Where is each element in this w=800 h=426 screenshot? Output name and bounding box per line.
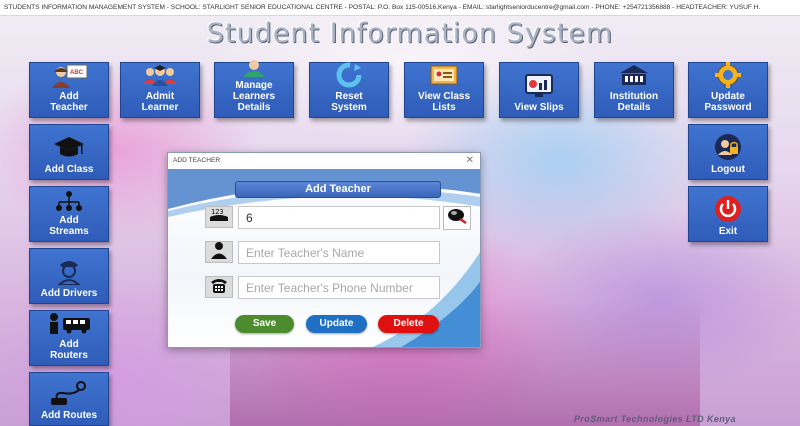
logout-button[interactable]: Logout: [688, 124, 768, 180]
add-streams-label: Add Streams: [49, 215, 89, 237]
reset-icon: [334, 62, 364, 88]
add-routes-label: Add Routes: [40, 410, 98, 421]
view-class-lists-button[interactable]: View Class Lists: [404, 62, 484, 118]
view-slips-label: View Slips: [514, 102, 564, 113]
update-button[interactable]: Update: [306, 315, 367, 333]
id-icon-box: 123: [205, 206, 233, 228]
streams-icon: [54, 190, 84, 212]
reset-system-button[interactable]: Reset System: [309, 62, 389, 118]
teacher-name-field[interactable]: [238, 241, 440, 264]
institution-icon: [617, 64, 651, 88]
view-slips-button[interactable]: View Slips: [499, 62, 579, 118]
manage-learner-icon: [239, 59, 269, 77]
search-button[interactable]: [443, 206, 471, 230]
institution-details-label: Institution Details: [609, 91, 659, 113]
driver-icon: [54, 257, 84, 285]
update-password-label: Update Password: [704, 91, 752, 113]
reset-system-label: Reset System: [331, 91, 367, 113]
id-number-icon: 123: [208, 207, 230, 228]
app-title: Student Information System: [206, 18, 614, 49]
view-class-lists-label: View Class Lists: [417, 91, 471, 113]
route-icon: [49, 381, 89, 407]
add-routes-button[interactable]: Add Routes: [29, 372, 109, 426]
delete-button[interactable]: Delete: [378, 315, 439, 333]
search-icon: [446, 208, 468, 229]
graduation-cap-icon: [52, 135, 86, 161]
logout-icon: [713, 133, 743, 161]
logout-label: Logout: [711, 164, 745, 175]
slips-icon: [524, 73, 554, 99]
add-streams-button[interactable]: Add Streams: [29, 186, 109, 242]
dialog-heading: Add Teacher: [235, 181, 441, 198]
close-icon[interactable]: ✕: [466, 155, 474, 166]
add-teacher-label: Add Teacher: [50, 91, 88, 113]
teacher-id-field[interactable]: [238, 206, 440, 229]
add-drivers-label: Add Drivers: [40, 288, 98, 299]
add-routers-label: Add Routers: [50, 339, 88, 361]
bus-icon: [46, 312, 92, 336]
class-list-icon: [429, 64, 459, 88]
manage-learners-label: Manage Learners Details: [232, 80, 276, 113]
exit-button[interactable]: Exit: [688, 186, 768, 242]
teacher-icon: ABC: [49, 64, 89, 88]
teacher-phone-field[interactable]: [238, 276, 440, 299]
update-password-button[interactable]: Update Password: [688, 62, 768, 118]
person-icon: [210, 241, 228, 264]
dialog-title: ADD TEACHER: [168, 153, 480, 169]
admit-learner-button[interactable]: Admit Learner: [120, 62, 200, 118]
add-class-label: Add Class: [44, 164, 94, 175]
window-title-bar: STUDENTS INFORMATION MANAGEMENT SYSTEM -…: [0, 0, 800, 16]
add-routers-button[interactable]: Add Routers: [29, 310, 109, 366]
add-teacher-button[interactable]: ABC Add Teacher: [29, 62, 109, 118]
manage-learners-details-button[interactable]: Manage Learners Details: [214, 59, 294, 118]
name-icon-box: [205, 241, 233, 263]
save-button[interactable]: Save: [235, 315, 294, 333]
phone-icon: [209, 276, 229, 299]
exit-label: Exit: [718, 226, 738, 237]
add-class-button[interactable]: Add Class: [29, 124, 109, 180]
svg-text:123: 123: [211, 208, 224, 216]
svg-text:ABC: ABC: [70, 70, 84, 76]
brand-footer: ProSmart Technologies LTD Kenya: [574, 414, 736, 424]
admit-learner-label: Admit Learner: [141, 91, 179, 113]
power-icon: [713, 195, 743, 223]
institution-details-button[interactable]: Institution Details: [594, 62, 674, 118]
learners-icon: [140, 64, 180, 88]
add-drivers-button[interactable]: Add Drivers: [29, 248, 109, 304]
phone-icon-box: [205, 276, 233, 298]
gear-icon: [713, 62, 743, 88]
